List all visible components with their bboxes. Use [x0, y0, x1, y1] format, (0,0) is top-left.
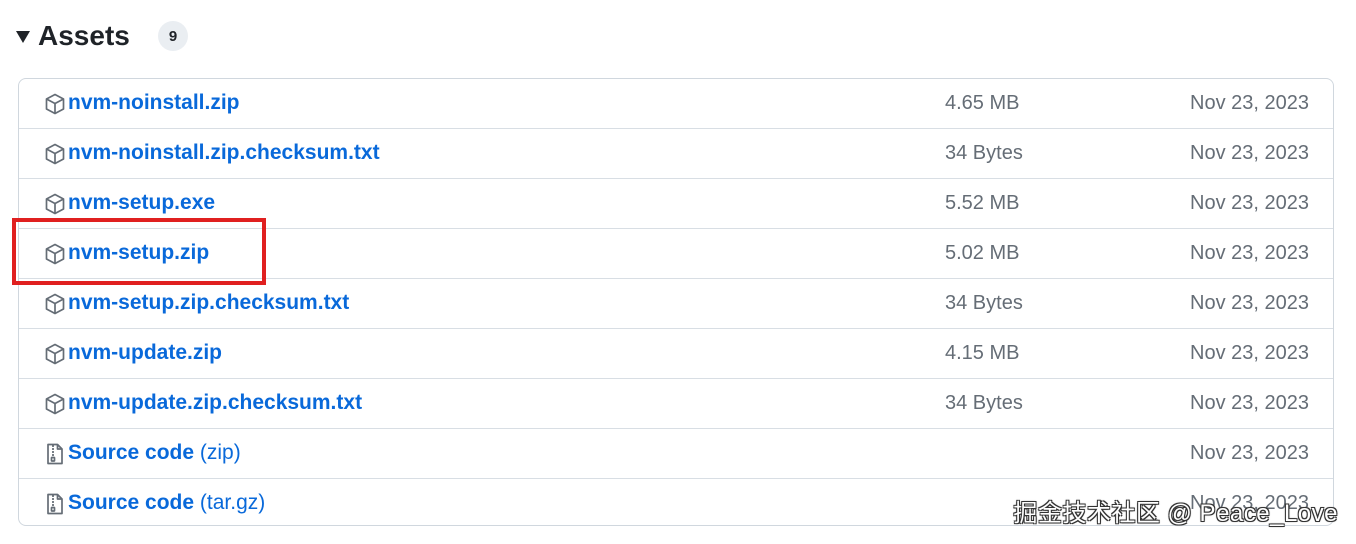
asset-row: Source code (zip) Nov 23, 2023 [19, 429, 1333, 479]
asset-date: Nov 23, 2023 [1190, 142, 1309, 164]
asset-date: Nov 23, 2023 [1190, 92, 1309, 114]
asset-link[interactable]: Source code (tar.gz) [68, 491, 265, 515]
assets-count-badge: 9 [158, 21, 188, 51]
asset-row: nvm-setup.zip 5.02 MB Nov 23, 2023 [19, 229, 1333, 279]
package-icon [43, 192, 67, 216]
asset-name: nvm-noinstall.zip.checksum.txt [68, 141, 380, 164]
asset-name: nvm-update.zip [68, 341, 223, 364]
asset-link[interactable]: nvm-update.zip [68, 341, 222, 365]
package-icon [43, 292, 67, 316]
asset-link[interactable]: nvm-setup.zip.checksum.txt [68, 291, 349, 315]
file-zip-icon [43, 492, 67, 516]
package-icon [43, 242, 67, 266]
asset-row: nvm-setup.zip.checksum.txt 34 Bytes Nov … [19, 279, 1333, 329]
asset-size: 34 Bytes [945, 292, 1023, 314]
asset-date: Nov 23, 2023 [1190, 292, 1309, 314]
asset-name: nvm-noinstall.zip [68, 91, 240, 114]
asset-size: 5.02 MB [945, 242, 1020, 264]
asset-link[interactable]: nvm-update.zip.checksum.txt [68, 391, 362, 415]
watermark: 掘金技术社区 @ Peace_Love [1013, 500, 1338, 527]
assets-toggle[interactable]: Assets [16, 14, 130, 58]
asset-size: 34 Bytes [945, 142, 1023, 164]
file-zip-icon [43, 442, 67, 466]
assets-title: Assets [38, 20, 130, 51]
asset-format: (zip) [199, 441, 241, 464]
asset-name: nvm-update.zip.checksum.txt [68, 391, 363, 414]
asset-name: Source code [68, 491, 195, 514]
asset-name: nvm-setup.zip.checksum.txt [68, 291, 350, 314]
package-icon [43, 92, 67, 116]
asset-date: Nov 23, 2023 [1190, 242, 1309, 264]
asset-row: nvm-update.zip.checksum.txt 34 Bytes Nov… [19, 379, 1333, 429]
asset-format: (tar.gz) [199, 491, 266, 514]
asset-row: nvm-update.zip 4.15 MB Nov 23, 2023 [19, 329, 1333, 379]
asset-size: 5.52 MB [945, 192, 1020, 214]
asset-date: Nov 23, 2023 [1190, 192, 1309, 214]
asset-link[interactable]: nvm-setup.zip [68, 241, 209, 265]
asset-row: nvm-setup.exe 5.52 MB Nov 23, 2023 [19, 179, 1333, 229]
asset-size: 4.65 MB [945, 92, 1020, 114]
package-icon [43, 392, 67, 416]
caret-down-icon [16, 31, 30, 43]
asset-link[interactable]: nvm-noinstall.zip [68, 91, 240, 115]
package-icon [43, 342, 67, 366]
asset-date: Nov 23, 2023 [1190, 392, 1309, 414]
package-icon [43, 142, 67, 166]
asset-size: 4.15 MB [945, 342, 1020, 364]
assets-list: nvm-noinstall.zip 4.65 MB Nov 23, 2023 n… [18, 78, 1334, 526]
asset-name: nvm-setup.zip [68, 241, 210, 264]
asset-date: Nov 23, 2023 [1190, 442, 1309, 464]
asset-name: Source code [68, 441, 195, 464]
asset-link[interactable]: nvm-noinstall.zip.checksum.txt [68, 141, 380, 165]
asset-row: nvm-noinstall.zip 4.65 MB Nov 23, 2023 [19, 79, 1333, 129]
asset-link[interactable]: Source code (zip) [68, 441, 241, 465]
asset-name: nvm-setup.exe [68, 191, 216, 214]
asset-link[interactable]: nvm-setup.exe [68, 191, 215, 215]
asset-date: Nov 23, 2023 [1190, 342, 1309, 364]
asset-size: 34 Bytes [945, 392, 1023, 414]
asset-row: nvm-noinstall.zip.checksum.txt 34 Bytes … [19, 129, 1333, 179]
